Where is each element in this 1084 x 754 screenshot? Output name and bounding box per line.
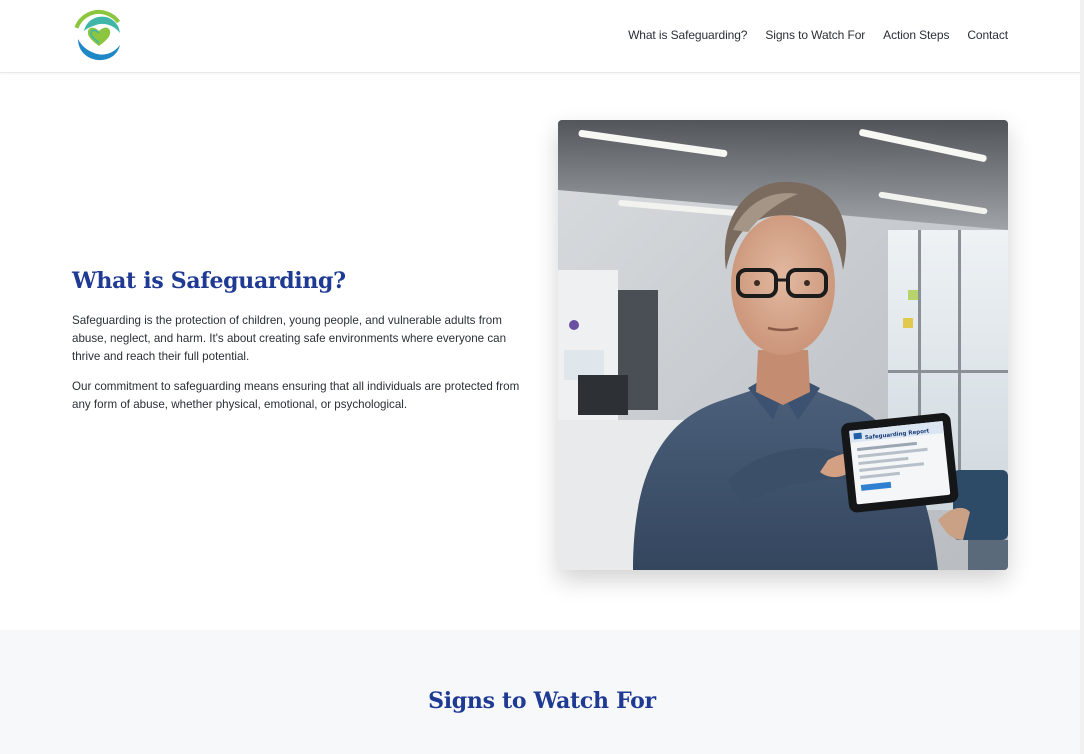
main-nav: What is Safeguarding? Signs to Watch For… [628,28,1008,42]
nav-link-action-steps[interactable]: Action Steps [883,28,949,42]
nav-link-signs[interactable]: Signs to Watch For [765,28,865,42]
nav-link-what-is-safeguarding[interactable]: What is Safeguarding? [628,28,747,42]
logo[interactable] [72,9,126,63]
person-holding-tablet-photo: Safeguarding Report [558,120,1008,570]
hero-text: What is Safeguarding? Safeguarding is th… [72,268,522,426]
site-header: What is Safeguarding? Signs to Watch For… [0,0,1084,73]
signs-title: Signs to Watch For [428,688,656,714]
hands-heart-logo-icon [73,10,125,62]
hero-paragraph: Safeguarding is the protection of childr… [72,314,507,363]
hero-title: What is Safeguarding? [72,268,346,294]
hero-image: Safeguarding Report [558,120,1008,570]
hero-paragraph: Our commitment to safeguarding means ens… [72,380,520,411]
scrollbar-track[interactable] [1080,0,1084,754]
signs-section: Signs to Watch For [0,630,1084,754]
nav-link-contact[interactable]: Contact [967,28,1008,42]
